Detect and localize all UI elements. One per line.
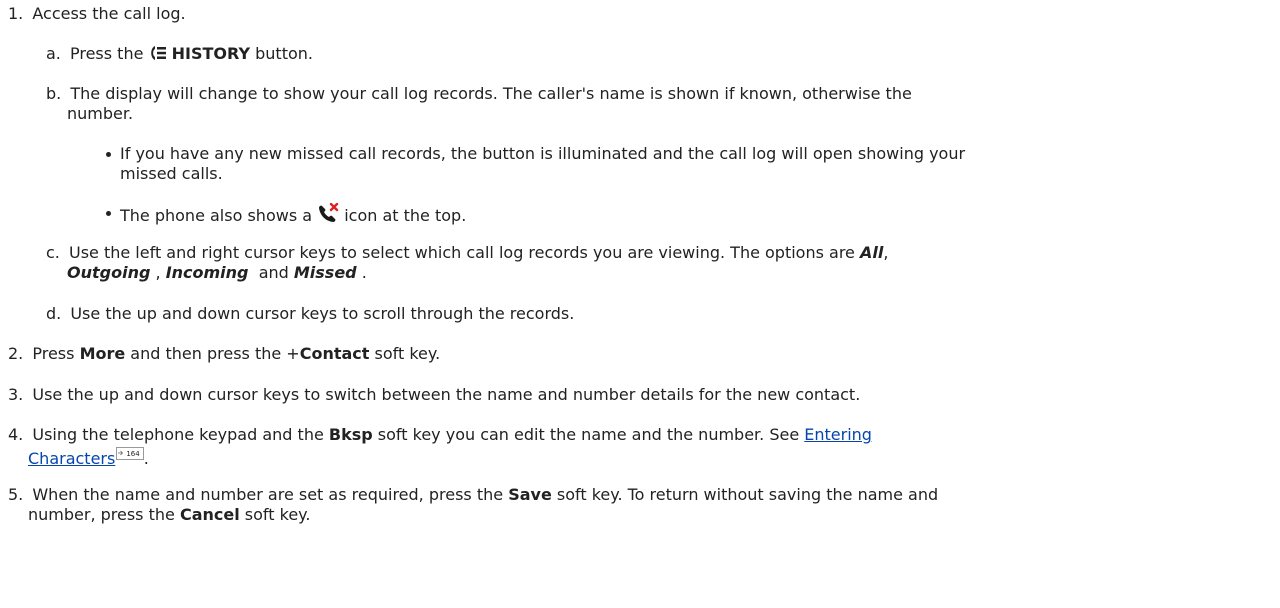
text-run: . bbox=[143, 449, 149, 468]
option-outgoing: Outgoing bbox=[67, 263, 151, 282]
substep-text: The display will change to show your cal… bbox=[70, 84, 912, 103]
step-5: 5. When the name and number are set as r… bbox=[8, 485, 938, 505]
step-number: 2. bbox=[8, 344, 24, 363]
separator: . bbox=[356, 263, 367, 282]
document-page: 1. Access the call log. a. Press the HIS… bbox=[0, 0, 1280, 608]
substep-a: a. Press the HISTORY button. bbox=[46, 44, 313, 66]
step-2: 2. Press More and then press the +Contac… bbox=[8, 344, 440, 364]
step-text: Press More and then press the +Contact s… bbox=[32, 344, 440, 363]
entering-characters-link[interactable]: Entering bbox=[804, 425, 872, 444]
substep-letter: c. bbox=[46, 243, 60, 262]
history-button-label: HISTORY bbox=[171, 44, 251, 63]
separator: , bbox=[150, 263, 166, 282]
bullet-1-line1: If you have any new missed call records,… bbox=[120, 144, 966, 163]
substep-text-pre: Press the bbox=[69, 44, 149, 63]
step-text: Access the call log. bbox=[32, 4, 186, 23]
step-text: Use the up and down cursor keys to switc… bbox=[32, 385, 861, 404]
text-run: Using the telephone keypad and the bbox=[32, 425, 329, 444]
step-1: 1. Access the call log. bbox=[8, 4, 186, 24]
save-key-label: Save bbox=[508, 485, 552, 504]
substep-text: Use the up and down cursor keys to scrol… bbox=[70, 304, 575, 323]
bullet-1-line2: missed calls. bbox=[120, 164, 223, 183]
step-text: Using the telephone keypad and the Bksp … bbox=[32, 425, 872, 444]
bullet-text-post: icon at the top. bbox=[339, 206, 467, 225]
missed-call-icon bbox=[317, 202, 339, 228]
entering-characters-link[interactable]: Characters bbox=[28, 449, 115, 468]
option-incoming: Incoming bbox=[165, 263, 249, 282]
step-text: When the name and number are set as requ… bbox=[32, 485, 938, 504]
bullet-dot bbox=[106, 211, 111, 216]
text-run: soft key. bbox=[369, 344, 441, 363]
step-number: 4. bbox=[8, 425, 24, 444]
substep-c: c. Use the left and right cursor keys to… bbox=[46, 243, 888, 263]
text-run: soft key you can edit the name and the n… bbox=[372, 425, 805, 444]
substep-letter: a. bbox=[46, 44, 61, 63]
text-run: When the name and number are set as requ… bbox=[32, 485, 509, 504]
step-number: 3. bbox=[8, 385, 24, 404]
step-3: 3. Use the up and down cursor keys to sw… bbox=[8, 385, 860, 405]
substep-c-line2: Outgoing , Incoming and Missed . bbox=[67, 263, 367, 283]
bullet-text-pre: The phone also shows a bbox=[120, 206, 318, 225]
step-4-line2: Characters 164. bbox=[28, 445, 149, 472]
step-5-line2: number, press the Cancel soft key. bbox=[28, 505, 310, 525]
option-all: All bbox=[859, 243, 884, 262]
text-run: soft key. To return without saving the n… bbox=[551, 485, 939, 504]
more-key-label: More bbox=[79, 344, 126, 363]
separator: and bbox=[248, 263, 294, 282]
bksp-key-label: Bksp bbox=[328, 425, 373, 444]
text-run: and then press the + bbox=[125, 344, 300, 363]
option-missed: Missed bbox=[293, 263, 357, 282]
page-reference-number: 164 bbox=[126, 450, 140, 458]
substep-text-post: button. bbox=[250, 44, 313, 63]
step-number: 1. bbox=[8, 4, 24, 23]
bullet-2: The phone also shows a icon at the top. bbox=[120, 202, 467, 228]
step-number: 5. bbox=[8, 485, 24, 504]
history-icon bbox=[149, 45, 167, 66]
text-run: number, press the bbox=[28, 505, 180, 524]
substep-b: b. The display will change to show your … bbox=[46, 84, 912, 104]
substep-b-line2: number. bbox=[67, 104, 134, 123]
text-run: soft key. bbox=[239, 505, 311, 524]
substep-letter: b. bbox=[46, 84, 62, 103]
step-4: 4. Using the telephone keypad and the Bk… bbox=[8, 425, 872, 445]
bullet-dot bbox=[106, 152, 111, 157]
cancel-key-label: Cancel bbox=[179, 505, 240, 524]
separator: , bbox=[883, 243, 889, 262]
substep-d: d. Use the up and down cursor keys to sc… bbox=[46, 304, 574, 324]
contact-key-label: Contact bbox=[299, 344, 370, 363]
substep-text: Use the left and right cursor keys to se… bbox=[68, 243, 860, 262]
text-run: Press bbox=[32, 344, 80, 363]
substep-letter: d. bbox=[46, 304, 62, 323]
